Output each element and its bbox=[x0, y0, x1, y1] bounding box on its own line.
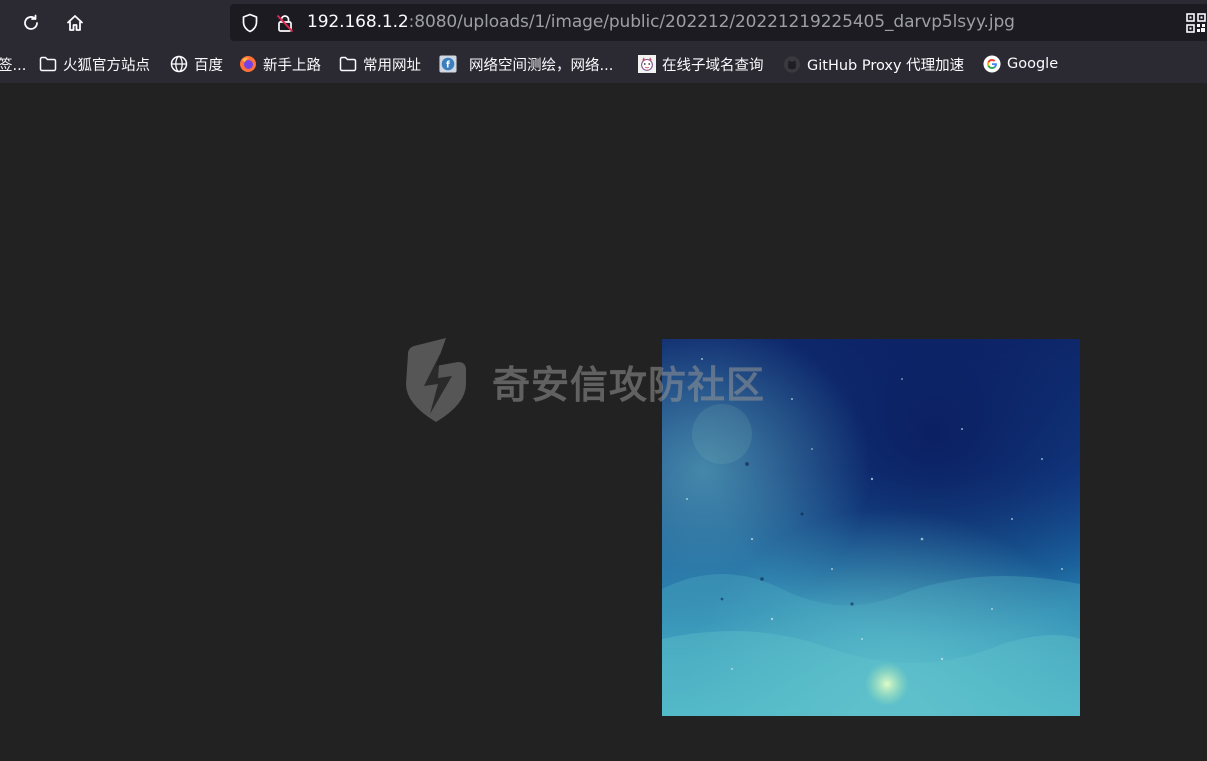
bookmark-label: 网络空间测绘，网络... bbox=[469, 57, 614, 74]
bookmark-folder-firefox-sites[interactable]: 火狐官方站点 bbox=[39, 54, 150, 74]
bookmark-label: 常用网址 bbox=[363, 57, 421, 74]
reload-button[interactable] bbox=[16, 8, 46, 38]
fofa-icon: f bbox=[439, 55, 457, 73]
lightning-shield-icon bbox=[406, 338, 466, 422]
address-bar[interactable]: 192.168.1.2:8080/uploads/1/image/public/… bbox=[230, 4, 1207, 41]
reload-icon bbox=[24, 14, 38, 30]
bookmark-label: 火狐官方站点 bbox=[63, 57, 150, 74]
bookmark-item[interactable]: 签... bbox=[0, 54, 26, 74]
bookmark-label: Google bbox=[1007, 56, 1059, 72]
google-icon bbox=[983, 55, 1001, 73]
bookmark-label: 新手上路 bbox=[263, 57, 321, 74]
bookmarks-toolbar: 签... 火狐官方站点 百度 新手上路 常用网址 f 网络空间测绘，网络... … bbox=[0, 45, 1207, 84]
globe-icon bbox=[170, 55, 188, 73]
bookmark-getting-started[interactable]: 新手上路 bbox=[239, 54, 321, 74]
displayed-image[interactable] bbox=[662, 339, 1080, 716]
home-button[interactable] bbox=[60, 8, 90, 38]
svg-text:f: f bbox=[446, 61, 450, 71]
shield-icon[interactable] bbox=[240, 13, 260, 33]
url-text[interactable]: 192.168.1.2:8080/uploads/1/image/public/… bbox=[307, 12, 1015, 32]
page-viewport: 奇安信攻防社区 bbox=[0, 83, 1207, 761]
space-nebula-image bbox=[662, 339, 1080, 716]
folder-icon bbox=[39, 55, 57, 73]
navigation-toolbar: 192.168.1.2:8080/uploads/1/image/public/… bbox=[0, 0, 1207, 45]
github-icon bbox=[783, 55, 801, 73]
bookmark-folder-common-sites[interactable]: 常用网址 bbox=[339, 54, 421, 74]
bookmark-label: GitHub Proxy 代理加速 bbox=[807, 57, 965, 74]
bookmark-label: 签... bbox=[0, 57, 27, 74]
url-host: 192.168.1.2 bbox=[307, 12, 409, 32]
bookmark-baidu[interactable]: 百度 bbox=[170, 54, 223, 74]
bookmark-github-proxy[interactable]: GitHub Proxy 代理加速 bbox=[783, 54, 964, 74]
bookmark-fofa[interactable]: f 网络空间测绘，网络... bbox=[439, 54, 613, 74]
insecure-lock-icon[interactable] bbox=[275, 13, 295, 33]
browser-window: 192.168.1.2:8080/uploads/1/image/public/… bbox=[0, 0, 1207, 761]
firefox-icon bbox=[239, 55, 257, 73]
url-path: :8080/uploads/1/image/public/202212/2022… bbox=[408, 12, 1015, 32]
qr-code-icon[interactable] bbox=[1186, 13, 1206, 37]
bookmark-google[interactable]: Google bbox=[983, 54, 1058, 74]
bookmark-label: 在线子域名查询 bbox=[662, 57, 764, 74]
home-icon bbox=[67, 15, 83, 31]
bookmark-label: 百度 bbox=[194, 57, 223, 74]
bookmark-subdomain-lookup[interactable]: 在线子域名查询 bbox=[638, 54, 764, 74]
site-favicon-icon bbox=[638, 55, 656, 73]
folder-icon bbox=[339, 55, 357, 73]
